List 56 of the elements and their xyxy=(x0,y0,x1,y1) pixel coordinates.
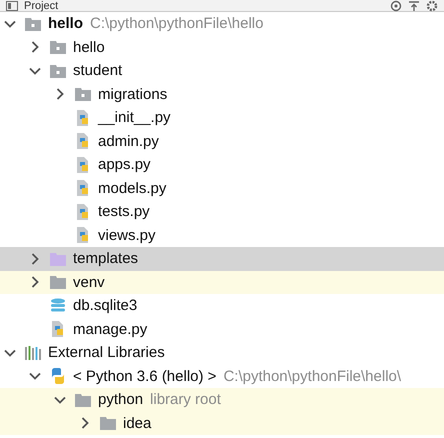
tree-row[interactable]: db.sqlite3 xyxy=(0,294,444,318)
item-name: __init__.py xyxy=(98,109,171,126)
item-name: models.py xyxy=(98,180,166,197)
tree-row[interactable]: views.py xyxy=(0,224,444,247)
item-name: python xyxy=(98,391,144,408)
tree-row[interactable]: admin.py xyxy=(0,130,444,153)
chevron-right-icon[interactable] xyxy=(79,417,91,430)
item-name: External Libraries xyxy=(48,344,165,362)
item-name: student xyxy=(73,62,122,80)
tree-row[interactable]: __init__.py xyxy=(0,106,444,130)
tree-row[interactable]: student xyxy=(0,59,444,82)
item-name: hello xyxy=(48,15,84,32)
item-detail: C:\python\pythonFile\hello\ xyxy=(223,368,402,385)
item-name: < Python 3.6 (hello) > xyxy=(73,368,216,385)
item-name: apps.py xyxy=(98,156,151,174)
folder-icon xyxy=(74,85,92,104)
tree-row[interactable]: models.py xyxy=(0,176,444,200)
item-name: views.py xyxy=(98,226,156,244)
item-detail: library root xyxy=(150,391,221,408)
item-name: manage.py xyxy=(73,320,148,338)
tree-row[interactable]: migrations xyxy=(0,82,444,106)
tree-row[interactable]: templates xyxy=(0,247,444,270)
tree-row[interactable]: idea xyxy=(0,412,444,435)
tree-row[interactable]: venv xyxy=(0,270,444,294)
item-name: idea xyxy=(123,414,152,432)
tree-row[interactable]: apps.py xyxy=(0,153,444,176)
tree-row[interactable]: hello xyxy=(0,36,444,59)
tree-row[interactable]: hello C:\python\pythonFile\hello xyxy=(0,12,444,36)
chevron-down-icon[interactable] xyxy=(29,370,41,382)
collapse-icon[interactable] xyxy=(408,0,420,12)
tree-row[interactable]: manage.py xyxy=(0,318,444,341)
chevron-right-icon[interactable] xyxy=(29,252,41,265)
item-name: tests.py xyxy=(98,203,150,220)
tree-row[interactable]: < Python 3.6 (hello) > C:\python\pythonFile\hello\ xyxy=(0,364,444,388)
item-name: venv xyxy=(73,274,105,291)
tree-row[interactable]: python library root xyxy=(0,388,444,412)
settings-icon[interactable] xyxy=(426,0,438,12)
chevron-right-icon[interactable] xyxy=(29,41,41,54)
item-name: admin.py xyxy=(98,132,159,150)
panel-title: Project xyxy=(24,0,58,12)
folder-icon xyxy=(49,38,67,56)
item-name: hello xyxy=(73,38,105,56)
folder-icon xyxy=(99,414,117,432)
panel-icon xyxy=(6,0,18,10)
libraries-icon xyxy=(24,344,42,362)
item-name: migrations xyxy=(98,86,168,103)
tree-row[interactable]: External Libraries xyxy=(0,341,444,364)
item-name: db.sqlite3 xyxy=(73,297,138,314)
chevron-right-icon[interactable] xyxy=(29,276,41,288)
python-logo-icon xyxy=(49,367,67,386)
item-detail: C:\python\pythonFile\hello xyxy=(90,15,264,32)
chevron-right-icon[interactable] xyxy=(54,88,66,100)
tree-row[interactable]: tests.py xyxy=(0,200,444,224)
locate-icon[interactable] xyxy=(390,0,402,12)
folder-icon xyxy=(49,273,67,292)
item-name: templates xyxy=(73,250,138,268)
